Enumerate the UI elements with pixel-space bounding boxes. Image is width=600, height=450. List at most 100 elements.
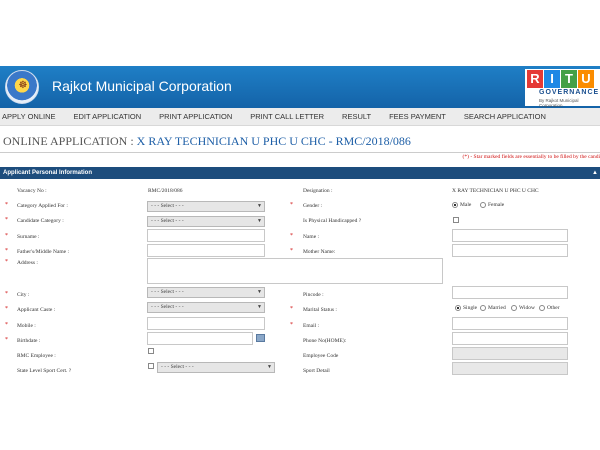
city-label: City : (17, 292, 30, 298)
sport-detail-label: Sport Detail (303, 368, 330, 374)
category-select-value: - - - Select - - - (151, 203, 184, 209)
collapse-toggle-icon[interactable]: ▲ (592, 167, 598, 179)
required-star: * (290, 233, 293, 239)
mobile-label: Mobile : (17, 323, 36, 329)
father-name-input[interactable] (147, 244, 265, 257)
rmc-employee-checkbox[interactable] (148, 348, 154, 354)
surname-label: Surname : (17, 234, 40, 240)
required-star: * (290, 322, 293, 328)
birthdate-label: Birthdate : (17, 338, 41, 344)
sport-detail-input[interactable] (452, 362, 568, 375)
radio-icon (480, 202, 486, 208)
ritu-letter-u: U (578, 70, 594, 88)
ritu-letter-t: T (561, 70, 577, 88)
nav-result[interactable]: RESULT (333, 112, 380, 121)
required-star: * (5, 291, 8, 297)
caste-label: Applicant Caste : (17, 307, 56, 313)
address-textarea[interactable] (147, 258, 443, 284)
address-label: Address : (17, 260, 38, 266)
marital-widow-radio[interactable]: Widow (511, 305, 535, 311)
section-title: Applicant Personal Information (3, 170, 93, 176)
designation-value: X RAY TECHNICIAN U PHC U CHC (452, 188, 539, 194)
radio-icon (539, 305, 545, 311)
surname-input[interactable] (147, 229, 265, 242)
section-header-personal-info: Applicant Personal Information ▲ (0, 167, 600, 179)
gender-female-label: Female (488, 202, 505, 208)
chevron-down-icon: ▼ (257, 305, 262, 310)
email-label: Email : (303, 323, 320, 329)
candidate-category-select[interactable]: - - - Select - - - ▼ (147, 216, 265, 227)
vacancy-value: RMC/2018/086 (148, 188, 183, 194)
gender-male-label: Male (460, 202, 472, 208)
required-star: * (290, 306, 293, 312)
nav-edit-application[interactable]: EDIT APPLICATION (65, 112, 151, 121)
required-star: * (5, 248, 8, 254)
caste-select-value: - - - Select - - - (151, 304, 184, 310)
chevron-down-icon: ▼ (257, 204, 262, 209)
sport-cert-label: State Level Sport Cert. ? (17, 368, 72, 374)
gender-male-radio[interactable]: Male (452, 202, 471, 208)
sport-cert-checkbox[interactable] (148, 363, 154, 369)
ritu-governance-text: GOVERNANCE (539, 89, 600, 96)
radio-selected-icon (455, 305, 461, 311)
nav-print-application[interactable]: PRINT APPLICATION (150, 112, 241, 121)
page-title-prefix: ONLINE APPLICATION : (3, 134, 137, 148)
gender-label: Gender : (303, 203, 323, 209)
marital-other-label: Other (547, 305, 560, 311)
site-header: ☸ Rajkot Municipal Corporation R I T U G… (0, 66, 600, 108)
required-star: * (5, 217, 8, 223)
name-label: Name : (303, 234, 320, 240)
nav-apply-online[interactable]: APPLY ONLINE (0, 112, 65, 121)
birthdate-input[interactable] (147, 332, 253, 345)
marital-single-radio[interactable]: Single (455, 305, 477, 311)
rmc-emblem-icon[interactable]: ☸ (5, 70, 39, 104)
radio-icon (511, 305, 517, 311)
marital-married-radio[interactable]: Married (480, 305, 506, 311)
nav-fees-payment[interactable]: FEES PAYMENT (380, 112, 455, 121)
radio-selected-icon (452, 202, 458, 208)
city-select[interactable]: - - - Select - - - ▼ (147, 287, 265, 298)
email-input[interactable] (452, 317, 568, 330)
sport-select[interactable]: - - - Select - - - ▼ (157, 362, 275, 373)
handicapped-label: Is Physical Handicapped ? (303, 218, 362, 224)
chevron-down-icon: ▼ (257, 219, 262, 224)
required-star: * (5, 259, 8, 265)
designation-label: Designation : (303, 188, 333, 194)
phone-label: Phone No(HOME): (303, 338, 347, 344)
nav-search-application[interactable]: SEARCH APPLICATION (455, 112, 555, 121)
required-star: * (5, 337, 8, 343)
title-divider (0, 152, 600, 153)
required-star: * (5, 202, 8, 208)
employee-code-label: Employee Code (303, 353, 339, 359)
name-input[interactable] (452, 229, 568, 242)
nav-print-call-letter[interactable]: PRINT CALL LETTER (241, 112, 333, 121)
required-star: * (290, 248, 293, 254)
candidate-category-label: Candidate Category : (17, 218, 64, 224)
page-title: ONLINE APPLICATION : X RAY TECHNICIAN U … (3, 134, 411, 149)
handicapped-checkbox[interactable] (453, 217, 459, 223)
org-title: Rajkot Municipal Corporation (52, 78, 232, 94)
main-nav: APPLY ONLINE EDIT APPLICATION PRINT APPL… (0, 108, 600, 126)
mother-name-input[interactable] (452, 244, 568, 257)
marital-widow-label: Widow (519, 305, 535, 311)
rmc-employee-label: RMC Employee : (17, 353, 56, 359)
required-note: (*) - Star marked fields are essentially… (462, 154, 600, 160)
candidate-category-select-value: - - - Select - - - (151, 218, 184, 224)
category-select[interactable]: - - - Select - - - ▼ (147, 201, 265, 212)
caste-select[interactable]: - - - Select - - - ▼ (147, 302, 265, 313)
father-name-label: Father's/Middle Name : (17, 249, 70, 255)
mobile-input[interactable] (147, 317, 265, 330)
gender-female-radio[interactable]: Female (480, 202, 504, 208)
mother-name-label: Mother Name: (303, 249, 336, 255)
vacancy-label: Vacancy No : (17, 188, 47, 194)
ritu-letter-r: R (527, 70, 543, 88)
marital-other-radio[interactable]: Other (539, 305, 560, 311)
marital-single-label: Single (463, 305, 478, 311)
chevron-down-icon: ▼ (257, 290, 262, 295)
calendar-icon[interactable] (256, 334, 265, 342)
sport-select-value: - - - Select - - - (161, 364, 194, 370)
employee-code-input[interactable] (452, 347, 568, 360)
ritu-governance-logo: R I T U GOVERNANCE By Rajkot Municipal C… (525, 69, 600, 108)
phone-input[interactable] (452, 332, 568, 345)
pincode-input[interactable] (452, 286, 568, 299)
